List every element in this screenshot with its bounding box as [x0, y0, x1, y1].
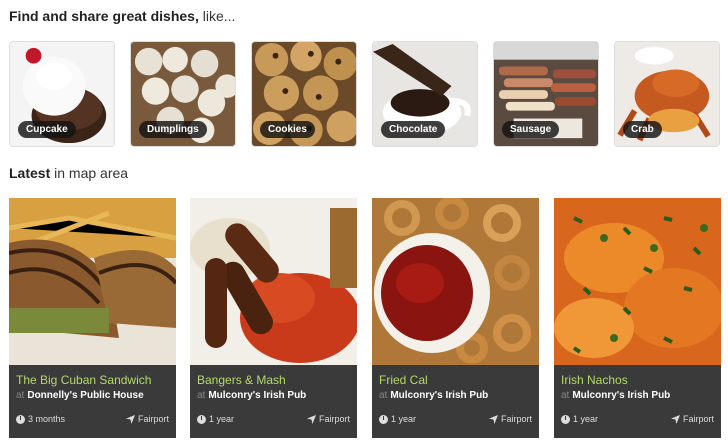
clock-icon	[197, 414, 206, 424]
card-dish-name[interactable]: The Big Cuban Sandwich	[16, 373, 151, 387]
find-heading-bold: Find and share great dishes,	[9, 8, 199, 24]
bangers-photo	[190, 198, 357, 365]
dish-tile-crab[interactable]: Crab	[614, 41, 720, 147]
location-text: Fairport	[318, 414, 350, 424]
card-restaurant[interactable]: at Mulconry's Irish Pub	[197, 390, 306, 401]
latest-card[interactable]: The Big Cuban Sandwich at Donnelly's Publ…	[9, 198, 176, 438]
dish-label: Cookies	[260, 121, 315, 138]
dish-label: Crab	[623, 121, 662, 138]
dish-label: Chocolate	[381, 121, 446, 138]
at-label: at	[379, 390, 388, 401]
card-age: 3 months	[16, 414, 65, 424]
card-location[interactable]: Fairport	[125, 414, 169, 424]
card-age: 1 year	[379, 414, 416, 424]
card-age: 1 year	[561, 414, 598, 424]
latest-heading-bold: Latest	[9, 165, 51, 181]
location-text: Fairport	[682, 414, 714, 424]
age-text: 1 year	[391, 414, 417, 424]
find-heading-light: like...	[198, 8, 236, 24]
dish-label: Dumplings	[139, 121, 207, 138]
card-photo	[190, 198, 357, 365]
card-location[interactable]: Fairport	[670, 414, 714, 424]
dish-tile-sausage[interactable]: Sausage	[493, 41, 599, 147]
card-location[interactable]: Fairport	[306, 414, 350, 424]
dish-label: Sausage	[502, 121, 560, 138]
fried-calamari-photo	[372, 198, 539, 365]
latest-heading: Latest in map area	[9, 165, 128, 181]
dish-label: Cupcake	[18, 121, 76, 138]
card-age: 1 year	[197, 414, 234, 424]
card-dish-name[interactable]: Irish Nachos	[561, 373, 628, 387]
latest-card[interactable]: Fried Cal at Mulconry's Irish Pub 1 year …	[372, 198, 539, 438]
dish-tile-cupcake[interactable]: Cupcake	[9, 41, 115, 147]
card-restaurant[interactable]: at Donnelly's Public House	[16, 390, 144, 401]
location-arrow-icon	[670, 414, 680, 424]
at-label: at	[16, 390, 25, 401]
at-label: at	[561, 390, 570, 401]
restaurant-name: Mulconry's Irish Pub	[390, 390, 489, 401]
nachos-photo	[554, 198, 721, 365]
sandwich-photo	[9, 198, 176, 365]
location-arrow-icon	[306, 414, 316, 424]
find-heading: Find and share great dishes, like...	[9, 8, 235, 24]
card-restaurant[interactable]: at Mulconry's Irish Pub	[561, 390, 670, 401]
latest-card[interactable]: Irish Nachos at Mulconry's Irish Pub 1 ye…	[554, 198, 721, 438]
card-dish-name[interactable]: Fried Cal	[379, 373, 428, 387]
age-text: 1 year	[209, 414, 235, 424]
clock-icon	[16, 414, 25, 424]
clock-icon	[561, 414, 570, 424]
card-location[interactable]: Fairport	[488, 414, 532, 424]
card-dish-name[interactable]: Bangers & Mash	[197, 373, 286, 387]
dish-tile-chocolate[interactable]: Chocolate	[372, 41, 478, 147]
restaurant-name: Mulconry's Irish Pub	[572, 390, 671, 401]
location-arrow-icon	[125, 414, 135, 424]
age-text: 1 year	[573, 414, 599, 424]
age-text: 3 months	[28, 414, 66, 424]
card-photo	[554, 198, 721, 365]
dish-tile-cookies[interactable]: Cookies	[251, 41, 357, 147]
dish-tile-dumplings[interactable]: Dumplings	[130, 41, 236, 147]
location-arrow-icon	[488, 414, 498, 424]
latest-heading-light: in map area	[50, 165, 129, 181]
card-photo	[372, 198, 539, 365]
location-text: Fairport	[500, 414, 532, 424]
card-restaurant[interactable]: at Mulconry's Irish Pub	[379, 390, 488, 401]
restaurant-name: Mulconry's Irish Pub	[208, 390, 307, 401]
restaurant-name: Donnelly's Public House	[27, 390, 144, 401]
at-label: at	[197, 390, 206, 401]
clock-icon	[379, 414, 388, 424]
location-text: Fairport	[137, 414, 169, 424]
card-photo	[9, 198, 176, 365]
latest-card[interactable]: Bangers & Mash at Mulconry's Irish Pub 1 …	[190, 198, 357, 438]
